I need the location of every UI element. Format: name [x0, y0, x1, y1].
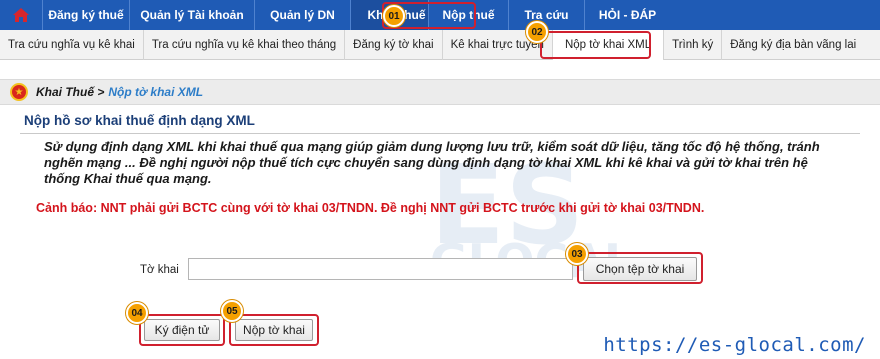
to-khai-file-field[interactable]: [188, 258, 573, 280]
home-button[interactable]: [0, 0, 42, 30]
step-badge-05: 05: [221, 300, 243, 322]
subnav-trinh-ky[interactable]: Trình ký: [664, 29, 723, 60]
subnav-dang-ky-to-khai[interactable]: Đăng ký tờ khai: [345, 29, 443, 60]
nav-hoi-dap[interactable]: HỎI - ĐÁP: [584, 0, 670, 30]
highlight-sign: [139, 314, 225, 346]
highlight-submit: [229, 314, 319, 346]
page-title: Nộp hồ sơ khai thuế định dạng XML: [24, 113, 255, 128]
subnav-tra-cuu-theo-thang[interactable]: Tra cứu nghĩa vụ kê khai theo tháng: [144, 29, 346, 60]
step-badge-04: 04: [126, 302, 148, 324]
sub-nav: Tra cứu nghĩa vụ kê khai Tra cứu nghĩa v…: [0, 29, 880, 60]
step-badge-03: 03: [566, 243, 588, 265]
subnav-tra-cuu-nghia-vu[interactable]: Tra cứu nghĩa vụ kê khai: [0, 29, 144, 60]
to-khai-label: Tờ khai: [140, 264, 179, 276]
home-icon: [13, 8, 29, 22]
watermark-url: https://es-glocal.com/: [603, 334, 866, 356]
nav-quan-ly-dn[interactable]: Quản lý DN: [254, 0, 350, 30]
step-badge-01: 01: [383, 5, 405, 27]
breadcrumb-parent: Khai Thuế >: [36, 85, 105, 99]
emblem-icon: ★: [10, 83, 28, 101]
subnav-dang-ky-dia-ban[interactable]: Đăng ký địa bàn vãng lai: [722, 30, 864, 60]
description-text: Sử dụng định dạng XML khi khai thuế qua …: [44, 139, 820, 186]
nav-dang-ky-thue[interactable]: Đăng ký thuế: [42, 0, 129, 30]
title-divider: [20, 133, 860, 134]
breadcrumb-current: Nộp tờ khai XML: [108, 85, 204, 99]
highlight-nop-to-khai-xml: [540, 31, 651, 59]
nav-quan-ly-tai-khoan[interactable]: Quản lý Tài khoản: [129, 0, 254, 30]
step-badge-02: 02: [526, 21, 548, 43]
breadcrumb: ★ Khai Thuế > Nộp tờ khai XML: [0, 79, 880, 105]
highlight-choose-file: [577, 252, 703, 284]
warning-text: Cảnh báo: NNT phải gửi BCTC cùng với tờ …: [36, 201, 705, 215]
